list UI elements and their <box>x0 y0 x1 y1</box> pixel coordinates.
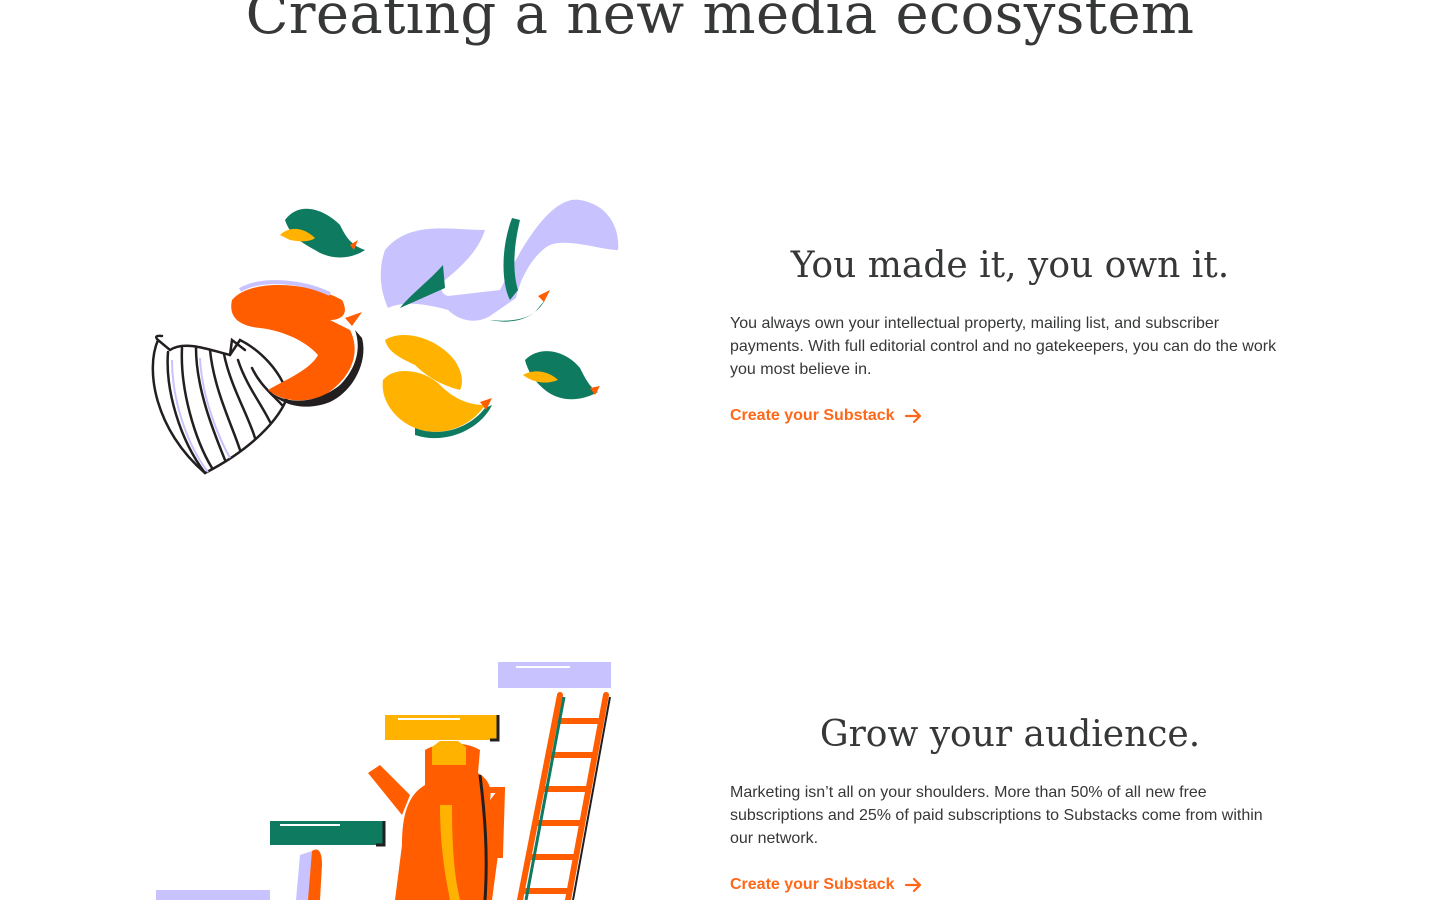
ladder-teapot-illustration <box>140 655 630 900</box>
create-substack-link[interactable]: Create your Substack <box>730 406 923 426</box>
feature-heading: Grow your audience. <box>819 714 1201 755</box>
create-substack-label: Create your Substack <box>730 407 895 424</box>
birdcage-icon <box>151 334 290 475</box>
page-title: Creating a new media ecosystem <box>245 0 1195 47</box>
arrow-right-icon <box>904 877 921 893</box>
feature-body: Marketing isn’t all on your shoulders. M… <box>730 784 1263 847</box>
create-substack-link[interactable]: Create your Substack <box>730 875 923 895</box>
feature-body: You always own your intellectual propert… <box>730 315 1277 378</box>
feature-text: You made it, you own it. You always own … <box>730 244 1290 426</box>
birdcage-birds-illustration <box>140 190 630 490</box>
feature-audience: Grow your audience. Marketing isn’t all … <box>0 655 1440 900</box>
arrow-right-icon <box>904 408 921 424</box>
feature-heading: You made it, you own it. <box>790 245 1230 286</box>
create-substack-label: Create your Substack <box>730 876 895 893</box>
feature-ownership: You made it, you own it. You always own … <box>0 190 1440 490</box>
feature-text: Grow your audience. Marketing isn’t all … <box>730 713 1290 895</box>
